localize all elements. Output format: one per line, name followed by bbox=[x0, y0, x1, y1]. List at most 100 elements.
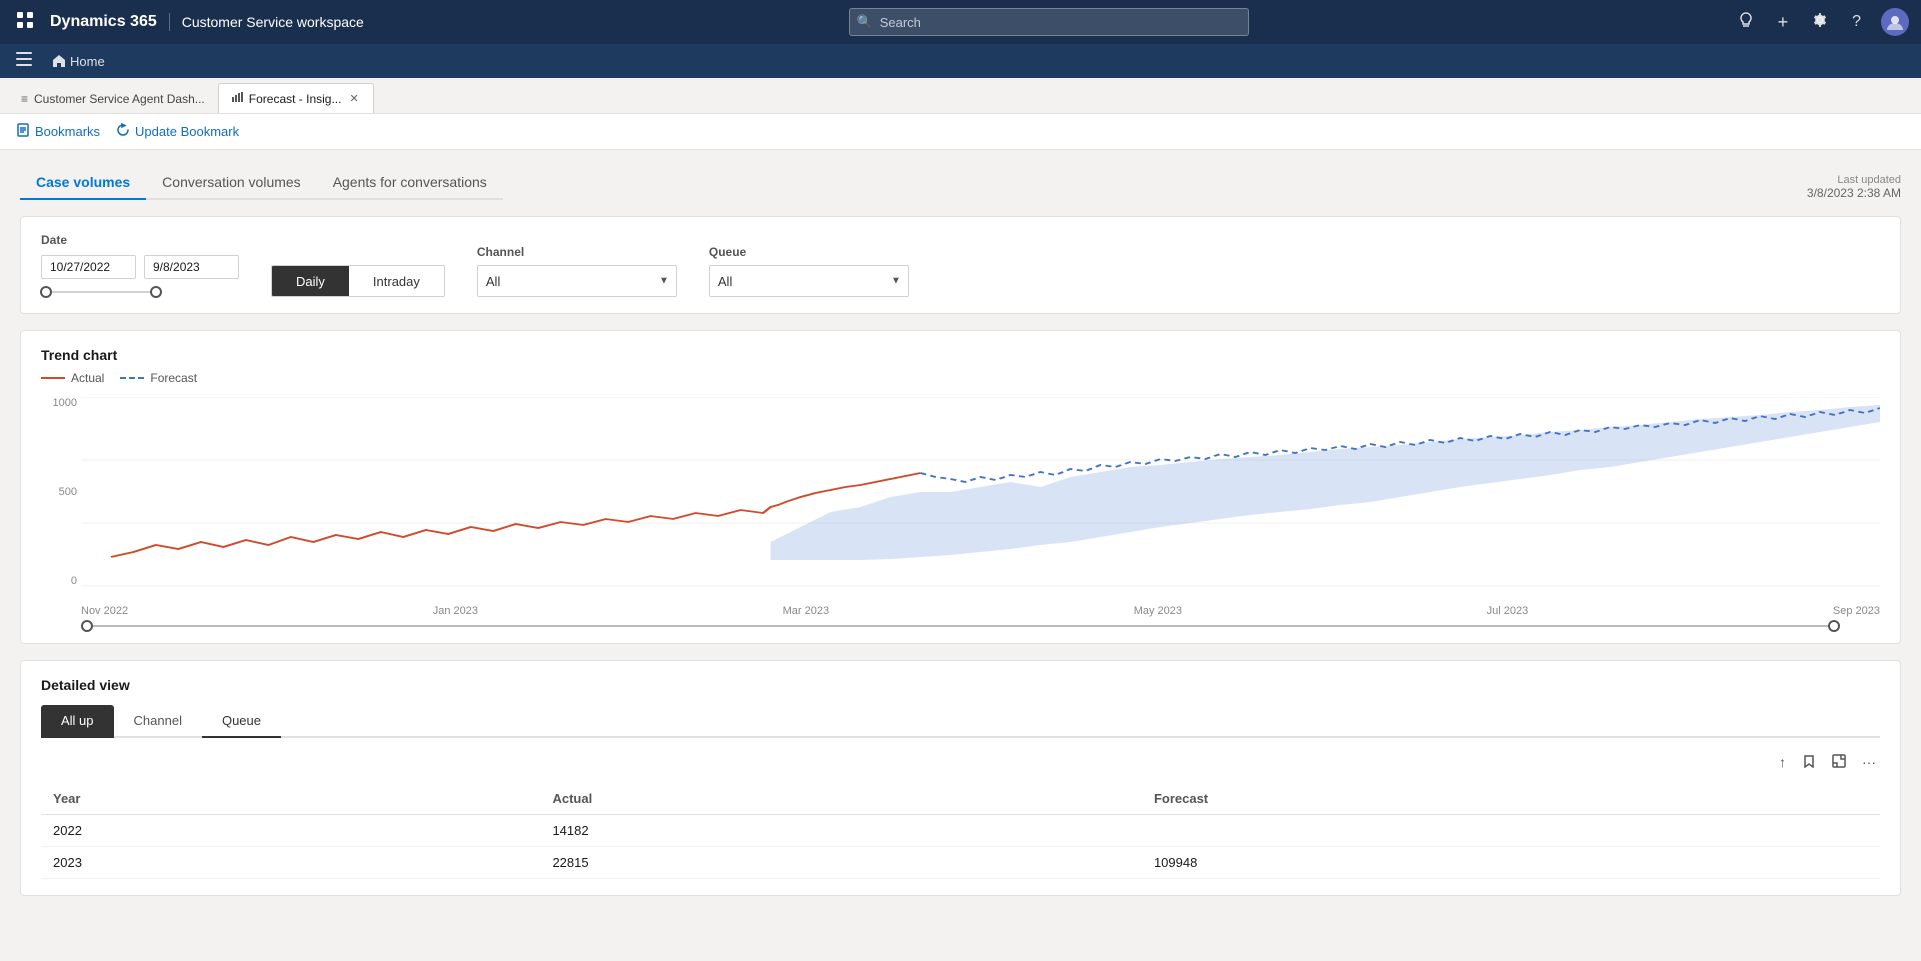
tab2-label: Forecast - Insig... bbox=[249, 92, 342, 106]
xaxis-may2023: May 2023 bbox=[1134, 605, 1182, 617]
tab2-icon bbox=[231, 91, 243, 106]
tab1-label: Customer Service Agent Dash... bbox=[34, 92, 205, 106]
table-row: 2023 22815 109948 bbox=[41, 847, 1880, 879]
last-updated-label: Last updated bbox=[1807, 174, 1901, 186]
bookmarks-button[interactable]: Bookmarks bbox=[16, 123, 100, 140]
chart-svg bbox=[81, 397, 1880, 587]
home-button[interactable]: Home bbox=[44, 50, 113, 73]
chart-svg-wrapper bbox=[81, 397, 1880, 587]
detailed-tab-queue[interactable]: Queue bbox=[202, 705, 281, 738]
intraday-button[interactable]: Intraday bbox=[349, 266, 444, 296]
xaxis-nov2022: Nov 2022 bbox=[81, 605, 128, 617]
tabsbar: ≡ Customer Service Agent Dash... Forecas… bbox=[0, 78, 1921, 114]
slider-left-handle[interactable] bbox=[40, 286, 52, 298]
view-toggle-group: Daily Intraday bbox=[271, 247, 445, 297]
col-forecast: Forecast bbox=[1142, 783, 1880, 815]
sort-up-icon[interactable]: ↑ bbox=[1775, 750, 1790, 775]
tab-agents-conversations[interactable]: Agents for conversations bbox=[317, 166, 503, 200]
search-container: 🔍 bbox=[376, 8, 1722, 36]
chart-legend: Actual Forecast bbox=[41, 371, 1880, 385]
settings-icon[interactable] bbox=[1808, 8, 1832, 37]
row1-year: 2022 bbox=[41, 815, 540, 847]
brand-name: Dynamics 365 bbox=[50, 13, 170, 31]
range-right-handle[interactable] bbox=[1828, 620, 1840, 632]
tab-conversation-volumes[interactable]: Conversation volumes bbox=[146, 166, 317, 200]
trend-chart-section: Trend chart Actual Forecast 1000 500 0 bbox=[20, 330, 1901, 644]
content-tabs: Case volumes Conversation volumes Agents… bbox=[20, 166, 503, 200]
yaxis-1000: 1000 bbox=[53, 397, 81, 409]
queue-filter-group: Queue All Queue 1 Queue 2 ▼ bbox=[709, 245, 909, 297]
daily-button[interactable]: Daily bbox=[272, 266, 349, 296]
expand-icon[interactable] bbox=[1828, 750, 1850, 775]
view-toggle: Daily Intraday bbox=[271, 265, 445, 297]
date-filter-label: Date bbox=[41, 233, 239, 247]
channel-select[interactable]: All Chat Email Phone bbox=[477, 265, 677, 297]
legend-forecast: Forecast bbox=[120, 371, 197, 385]
tab-case-volumes[interactable]: Case volumes bbox=[20, 166, 146, 200]
home-label: Home bbox=[70, 54, 105, 69]
topbar: Dynamics 365 Customer Service workspace … bbox=[0, 0, 1921, 44]
search-input[interactable] bbox=[849, 8, 1249, 36]
xaxis-sep2023: Sep 2023 bbox=[1833, 605, 1880, 617]
table-row: 2022 14182 bbox=[41, 815, 1880, 847]
apps-grid-icon[interactable] bbox=[12, 7, 38, 38]
date-to-input[interactable] bbox=[144, 255, 239, 279]
date-slider bbox=[41, 287, 239, 297]
tab1-icon: ≡ bbox=[21, 92, 28, 106]
bookmarksbar: Bookmarks Update Bookmark bbox=[0, 114, 1921, 150]
app-name: Customer Service workspace bbox=[182, 14, 364, 30]
bookmarks-label: Bookmarks bbox=[35, 124, 100, 139]
legend-forecast-line bbox=[120, 377, 144, 379]
chart-range-slider bbox=[41, 625, 1880, 627]
detailed-tab-all-up[interactable]: All up bbox=[41, 705, 114, 738]
channel-label: Channel bbox=[477, 245, 677, 259]
range-track bbox=[81, 625, 1840, 627]
slider-track bbox=[41, 291, 161, 293]
hamburger-icon[interactable] bbox=[12, 48, 36, 75]
secondbar: Home bbox=[0, 44, 1921, 78]
main-content: Case volumes Conversation volumes Agents… bbox=[0, 150, 1921, 961]
legend-actual-label: Actual bbox=[71, 371, 104, 385]
data-table: Year Actual Forecast 2022 14182 2023 228… bbox=[41, 783, 1880, 879]
legend-actual: Actual bbox=[41, 371, 104, 385]
chart-area: 1000 500 0 bbox=[41, 397, 1880, 617]
col-actual: Actual bbox=[540, 783, 1141, 815]
more-options-icon[interactable]: ··· bbox=[1858, 750, 1880, 775]
content-header: Case volumes Conversation volumes Agents… bbox=[20, 166, 1901, 200]
user-avatar[interactable] bbox=[1881, 8, 1909, 36]
row2-year: 2023 bbox=[41, 847, 540, 879]
queue-select[interactable]: All Queue 1 Queue 2 bbox=[709, 265, 909, 297]
slider-right-handle[interactable] bbox=[150, 286, 162, 298]
row1-actual: 14182 bbox=[540, 815, 1141, 847]
detailed-tabs: All up Channel Queue bbox=[41, 705, 1880, 738]
xaxis-jul2023: Jul 2023 bbox=[1487, 605, 1529, 617]
lightbulb-icon[interactable] bbox=[1734, 8, 1758, 37]
legend-forecast-label: Forecast bbox=[150, 371, 197, 385]
detailed-view-title: Detailed view bbox=[41, 677, 1880, 693]
date-from-input[interactable] bbox=[41, 255, 136, 279]
date-filter-group: Date bbox=[41, 233, 239, 297]
topbar-actions: + ? bbox=[1734, 8, 1909, 37]
range-left-handle[interactable] bbox=[81, 620, 93, 632]
tab-customer-service-dash[interactable]: ≡ Customer Service Agent Dash... bbox=[8, 83, 218, 113]
help-icon[interactable]: ? bbox=[1848, 9, 1865, 35]
update-bookmark-button[interactable]: Update Bookmark bbox=[116, 123, 239, 140]
table-actions: ↑ ··· bbox=[41, 750, 1880, 775]
tab2-close-icon[interactable]: ✕ bbox=[347, 92, 360, 105]
bookmark-table-icon[interactable] bbox=[1798, 750, 1820, 775]
xaxis-mar2023: Mar 2023 bbox=[783, 605, 829, 617]
filter-bar: Date Daily Intraday Channel bbox=[20, 216, 1901, 314]
chart-title: Trend chart bbox=[41, 347, 1880, 363]
refresh-icon bbox=[116, 123, 130, 140]
chart-yaxis: 1000 500 0 bbox=[41, 397, 81, 587]
chart-xaxis: Nov 2022 Jan 2023 Mar 2023 May 2023 Jul … bbox=[81, 605, 1880, 617]
xaxis-jan2023: Jan 2023 bbox=[433, 605, 478, 617]
add-icon[interactable]: + bbox=[1774, 8, 1793, 37]
detailed-tab-channel[interactable]: Channel bbox=[114, 705, 202, 738]
tab-forecast-insights[interactable]: Forecast - Insig... ✕ bbox=[218, 83, 374, 113]
bookmark-icon bbox=[16, 123, 30, 140]
update-bookmark-label: Update Bookmark bbox=[135, 124, 239, 139]
yaxis-0: 0 bbox=[71, 575, 81, 587]
legend-actual-line bbox=[41, 377, 65, 379]
col-year: Year bbox=[41, 783, 540, 815]
